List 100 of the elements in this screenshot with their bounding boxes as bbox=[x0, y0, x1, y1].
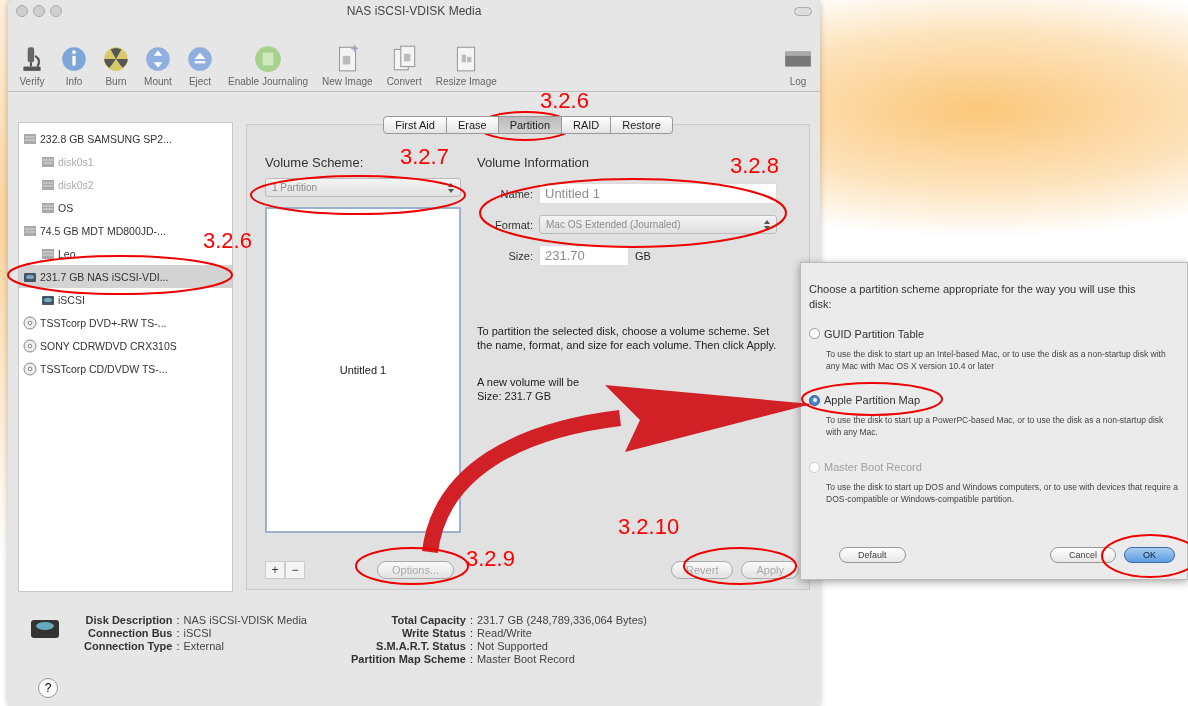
radio-button[interactable] bbox=[809, 328, 820, 340]
summary-text: A new volume will be bbox=[477, 374, 580, 389]
separator-text: : bbox=[469, 640, 473, 652]
drive-icon bbox=[23, 131, 37, 146]
toolbar-button[interactable]: Enable Journaling bbox=[228, 43, 309, 87]
radio-option[interactable]: GUID Partition Table bbox=[809, 327, 925, 340]
sidebar-item[interactable]: OS bbox=[19, 196, 78, 219]
toolbar-button[interactable]: Convert bbox=[386, 43, 422, 87]
dialog-prompt: Choose a partition scheme appropriate for the way you will use this disk: bbox=[809, 282, 1137, 312]
drive-icon bbox=[41, 154, 55, 169]
info-value: External bbox=[183, 640, 225, 652]
drive-icon bbox=[41, 200, 55, 215]
tab[interactable]: Partition bbox=[498, 116, 562, 134]
info-label: Total Capacity bbox=[390, 614, 466, 626]
info-value: Not Supported bbox=[476, 640, 549, 652]
sidebar-item[interactable]: 231.7 GB NAS iSCSI-VDI... bbox=[19, 265, 232, 288]
annotation-label: 3.2.6 bbox=[203, 230, 252, 252]
drive-icon bbox=[41, 246, 55, 261]
info-label: Partition Map Scheme bbox=[350, 653, 466, 665]
radio-button[interactable] bbox=[809, 394, 820, 406]
drive-icon bbox=[23, 223, 37, 238]
help-button[interactable]: ? bbox=[38, 678, 58, 698]
annotation-label: 3.2.9 bbox=[466, 548, 515, 570]
separator-text: : bbox=[176, 640, 180, 652]
tab[interactable]: First Aid bbox=[383, 116, 447, 134]
format-label: Format: bbox=[494, 218, 533, 231]
disc-icon bbox=[23, 361, 37, 376]
radio-option[interactable]: Apple Partition Map bbox=[809, 394, 920, 407]
journal-icon bbox=[255, 46, 281, 72]
dialog-button[interactable]: Default bbox=[839, 547, 906, 563]
annotation-label: 3.2.6 bbox=[540, 90, 589, 112]
documents-icon bbox=[393, 45, 416, 71]
microscope-icon bbox=[23, 47, 41, 71]
toolbar-button[interactable]: Eject bbox=[186, 43, 214, 87]
separator-text: : bbox=[176, 614, 180, 626]
volume-scheme-label: Volume Scheme: bbox=[265, 155, 364, 170]
separator-text: : bbox=[176, 627, 180, 639]
remove-button[interactable]: − bbox=[285, 561, 305, 579]
option-description: To use the disk to start up a PowerPC-based Mac, or to use the disk as a non-startup disk with any Mac. bbox=[826, 415, 1165, 440]
partition-layout[interactable]: Untitled 1 bbox=[265, 207, 461, 533]
window-title: NAS iSCSI-VDISK Media bbox=[346, 4, 482, 18]
info-value: Read/Write bbox=[476, 627, 533, 639]
volume-information-title: Volume Information bbox=[477, 155, 589, 170]
dialog-button[interactable]: OK bbox=[1124, 547, 1175, 563]
info-value: iSCSI bbox=[183, 627, 213, 639]
info-label: Write Status bbox=[400, 627, 466, 639]
toolbar-toggle-button[interactable] bbox=[794, 6, 812, 16]
annotation-label: 3.2.10 bbox=[618, 516, 680, 538]
drive-icon bbox=[41, 177, 55, 192]
document-icon bbox=[457, 46, 476, 72]
minimize-button[interactable] bbox=[33, 5, 45, 17]
sidebar-item[interactable]: SONY CDRWDVD CRX310S bbox=[19, 334, 181, 357]
annotation-label: 3.2.8 bbox=[730, 155, 779, 177]
info-value: NAS iSCSI-VDISK Media bbox=[183, 614, 307, 626]
info-label: Disk Description bbox=[84, 614, 173, 626]
sidebar-item[interactable]: iSCSI bbox=[19, 288, 89, 311]
size-unit: GB bbox=[635, 249, 651, 262]
info-label: Connection Bus bbox=[87, 627, 173, 639]
info-label: S.M.A.R.T. Status bbox=[375, 640, 466, 652]
stepper-icon bbox=[764, 219, 770, 230]
option-description: To use the disk to start up an Intel-based Mac, or to use the disk as a non-startup disk with any Mac with Mac OS X version 10.4 or later bbox=[826, 348, 1167, 373]
toolbar-button[interactable]: Burn bbox=[102, 43, 130, 87]
size-label: Size: bbox=[507, 249, 533, 262]
dialog-button[interactable]: Cancel bbox=[1049, 547, 1116, 563]
annotation-label: 3.2.7 bbox=[400, 146, 449, 168]
tab[interactable]: Restore bbox=[611, 116, 673, 134]
disc-icon bbox=[23, 338, 37, 353]
disc-icon bbox=[23, 315, 37, 330]
stepper-icon bbox=[448, 182, 454, 193]
toolbar-button[interactable]: Info bbox=[60, 43, 88, 87]
help-text: To partition the selected disk, choose a volume scheme. Set the name, format, and size for each volume. Then click Apply. bbox=[477, 324, 777, 353]
log-button[interactable]: Log bbox=[784, 43, 812, 87]
separator-text: : bbox=[469, 653, 473, 665]
sidebar-item[interactable]: TSSTcorp DVD+-RW TS-... bbox=[19, 311, 171, 334]
toolbar-button[interactable]: Resize Image bbox=[435, 43, 497, 87]
partition-name: Untitled 1 bbox=[339, 364, 387, 376]
close-button[interactable] bbox=[16, 5, 28, 17]
log-icon bbox=[785, 51, 811, 67]
new-document-icon bbox=[339, 44, 359, 72]
toolbar-button[interactable]: New Image bbox=[322, 43, 373, 87]
zoom-button[interactable] bbox=[50, 5, 62, 17]
radiation-icon bbox=[104, 47, 128, 71]
info-value: Master Boot Record bbox=[476, 653, 576, 665]
separator-text: : bbox=[469, 627, 473, 639]
add-button[interactable]: + bbox=[265, 561, 285, 579]
tab[interactable]: RAID bbox=[562, 116, 612, 134]
toolbar-button[interactable]: Mount bbox=[144, 43, 172, 87]
mount-icon bbox=[146, 47, 170, 71]
tab[interactable]: Erase bbox=[446, 116, 499, 134]
eject-icon bbox=[188, 47, 212, 71]
option-description: To use the disk to start up DOS and Windows computers, or to use with devices that require a DOS-compatible or Windows-compatible partition. bbox=[826, 482, 1179, 507]
sidebar-item[interactable]: 74.5 GB MDT MD800JD-... bbox=[19, 219, 170, 242]
sidebar-item[interactable]: 232.8 GB SAMSUNG SP2... bbox=[19, 127, 176, 150]
info-label: Connection Type bbox=[84, 640, 173, 652]
info-value: 231.7 GB (248,789,336,064 Bytes) bbox=[476, 614, 647, 626]
info-icon bbox=[62, 47, 86, 71]
summary-text: Size: 231.7 GB bbox=[477, 388, 551, 404]
toolbar-button[interactable]: Verify bbox=[18, 43, 46, 87]
sidebar-item[interactable]: TSSTcorp CD/DVDW TS-... bbox=[19, 357, 172, 380]
separator-text: : bbox=[469, 614, 473, 626]
